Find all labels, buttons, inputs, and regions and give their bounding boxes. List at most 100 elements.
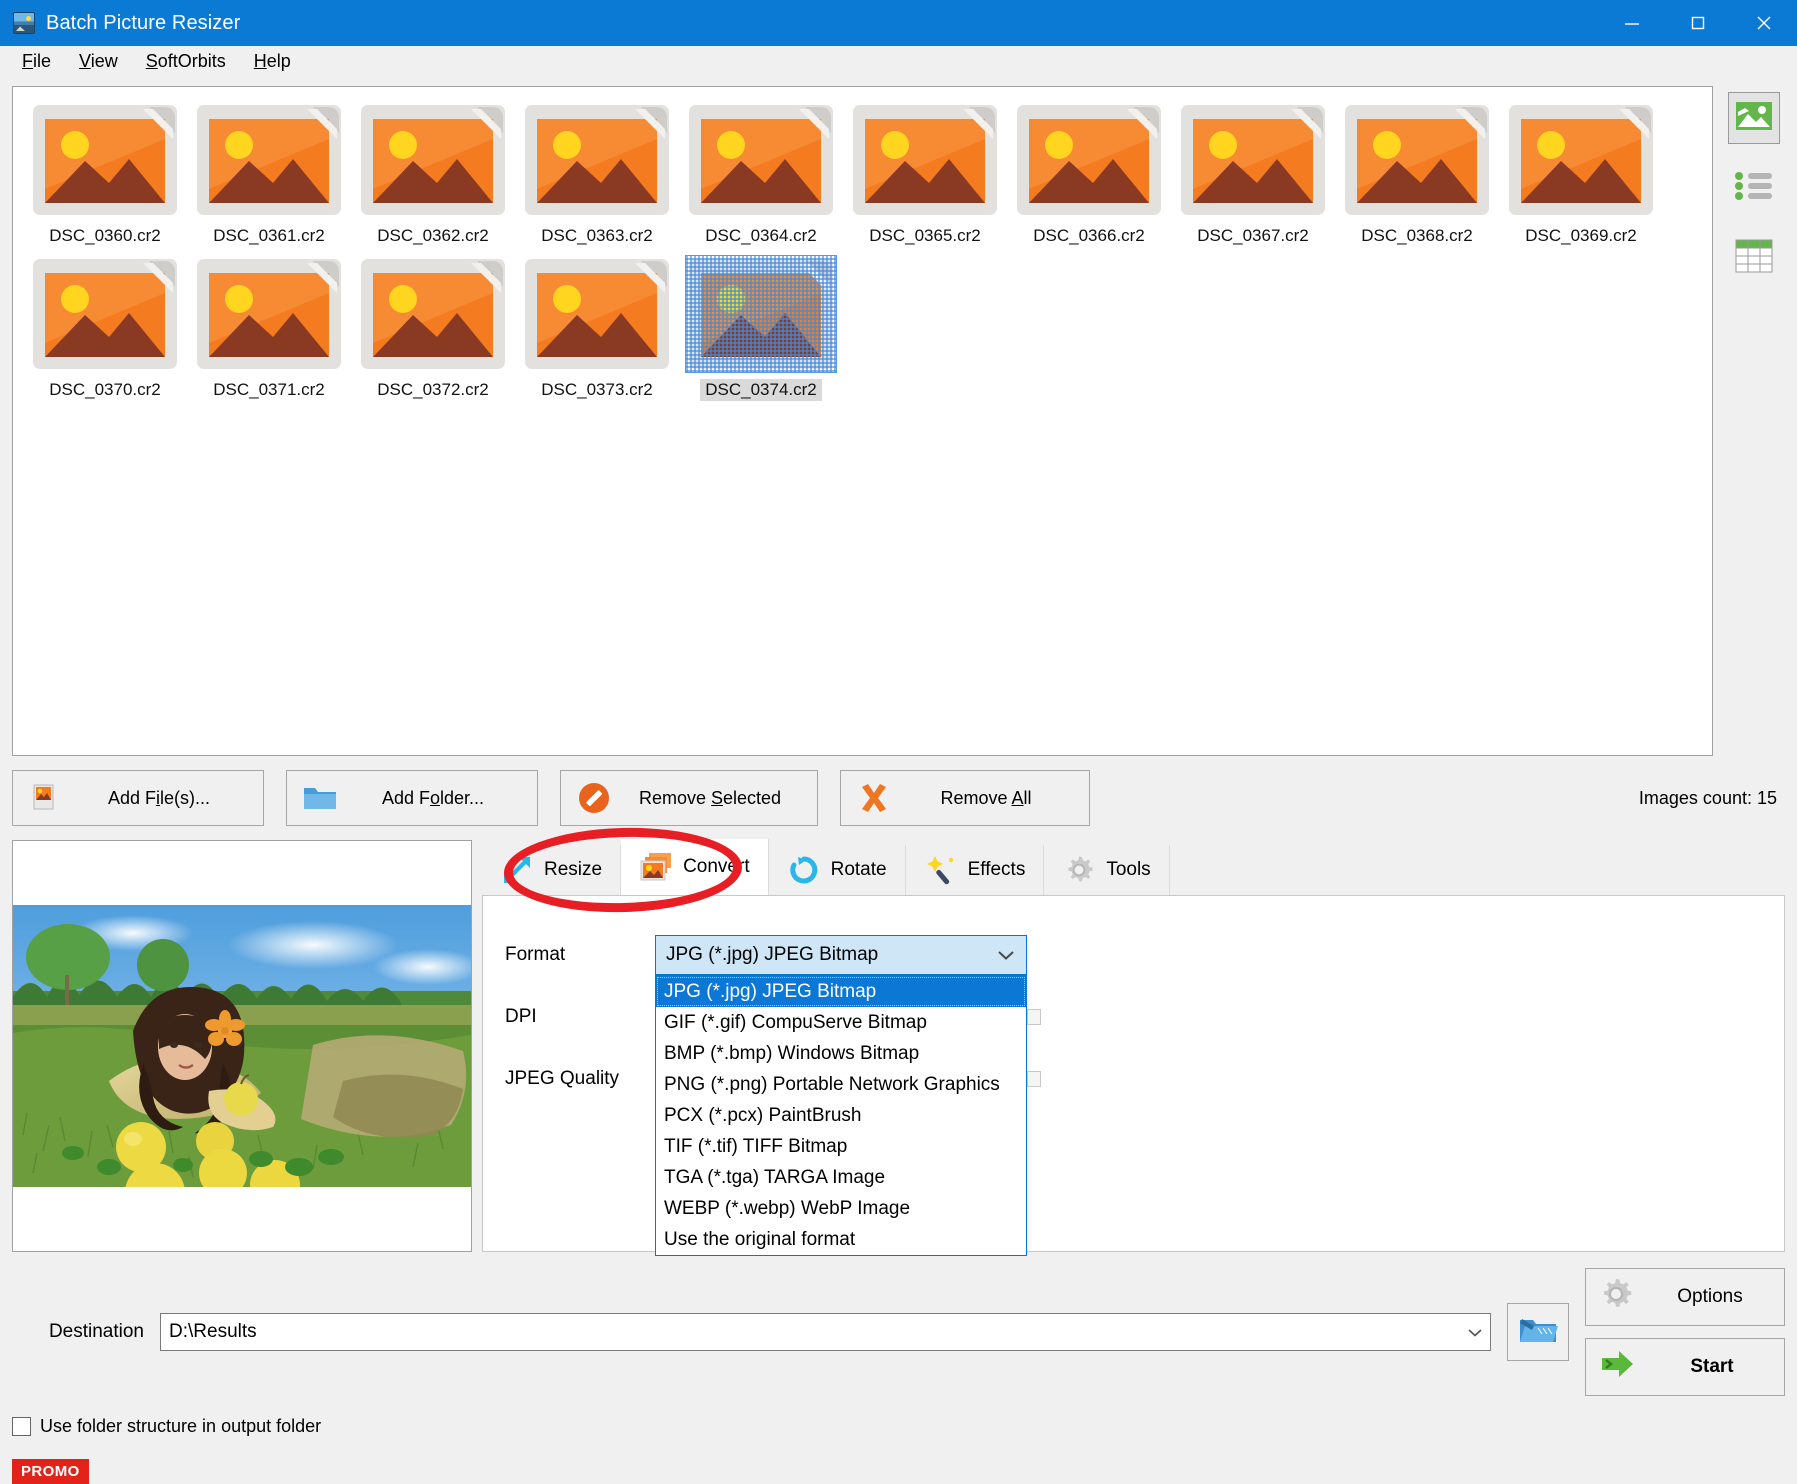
add-folder-button[interactable]: Add Folder... <box>286 770 538 826</box>
open-folder-icon <box>1518 1314 1558 1351</box>
format-option[interactable]: Use the original format <box>656 1224 1026 1255</box>
options-label: Options <box>1648 1286 1772 1308</box>
thumbnail-item[interactable]: DSC_0371.cr2 <box>187 255 351 401</box>
menu-item-view[interactable]: View <box>67 48 130 75</box>
thumbnail-image <box>849 101 1001 219</box>
thumbnail-item[interactable]: DSC_0365.cr2 <box>843 101 1007 247</box>
resize-arrows-icon <box>500 853 534 887</box>
thumbnail-item[interactable]: DSC_0362.cr2 <box>351 101 515 247</box>
minimize-button[interactable] <box>1599 0 1665 46</box>
promo-badge[interactable]: PROMO <box>12 1459 89 1484</box>
action-buttons: Options Start <box>1585 1268 1785 1396</box>
thumbnail-image <box>521 101 673 219</box>
dpi-spinner[interactable] <box>1027 1009 1041 1025</box>
format-label: Format <box>505 944 655 966</box>
add-folder-label: Add Folder... <box>351 788 523 809</box>
thumbnail-image <box>1177 101 1329 219</box>
file-area: DSC_0360.cr2DSC_0361.cr2 DSC_0362.cr2 DSC_… <box>12 86 1785 756</box>
thumbnail-label: DSC_0366.cr2 <box>1028 225 1150 247</box>
view-mode-list-button[interactable] <box>1728 162 1780 214</box>
thumbnail-label: DSC_0371.cr2 <box>208 379 330 401</box>
remove-all-button[interactable]: Remove All <box>840 770 1090 826</box>
menu-bar: FFileile View SoftOrbits Help <box>0 46 1797 76</box>
destination-input[interactable]: D:\Results <box>160 1313 1491 1351</box>
tab-convert[interactable]: Convert <box>621 839 769 895</box>
menu-item-help[interactable]: Help <box>242 48 303 75</box>
thumbnail-item[interactable]: DSC_0369.cr2 <box>1499 101 1663 247</box>
format-option[interactable]: TIF (*.tif) TIFF Bitmap <box>656 1131 1026 1162</box>
format-option[interactable]: GIF (*.gif) CompuServe Bitmap <box>656 1007 1026 1038</box>
tab-resize[interactable]: Resize <box>482 845 621 895</box>
thumbnail-label: DSC_0373.cr2 <box>536 379 658 401</box>
tab-label: Resize <box>544 859 602 881</box>
tab-tools[interactable]: Tools <box>1044 845 1169 895</box>
start-label: Start <box>1652 1356 1772 1378</box>
thumbnail-item[interactable]: DSC_0368.cr2 <box>1335 101 1499 247</box>
preview-image <box>13 905 471 1187</box>
thumbnail-label: DSC_0362.cr2 <box>372 225 494 247</box>
table-icon <box>1735 239 1773 278</box>
format-option[interactable]: PNG (*.png) Portable Network Graphics <box>656 1069 1026 1100</box>
jpeg-quality-label: JPEG Quality <box>505 1068 655 1090</box>
format-option[interactable]: TGA (*.tga) TARGA Image <box>656 1162 1026 1193</box>
format-option[interactable]: PCX (*.pcx) PaintBrush <box>656 1100 1026 1131</box>
jpeg-quality-spinner[interactable] <box>1027 1071 1041 1087</box>
destination-chevron-down-icon[interactable] <box>1460 1327 1490 1338</box>
thumbnail-image <box>1505 101 1657 219</box>
thumbnail-item[interactable]: DSC_0366.cr2 <box>1007 101 1171 247</box>
app-body: DSC_0360.cr2DSC_0361.cr2 DSC_0362.cr2 DSC_… <box>0 76 1797 1438</box>
options-button[interactable]: Options <box>1585 1268 1785 1326</box>
destination-row: Destination D:\Results <box>12 1268 1785 1396</box>
menu-item-softorbits[interactable]: SoftOrbits <box>134 48 238 75</box>
format-option[interactable]: WEBP (*.webp) WebP Image <box>656 1193 1026 1224</box>
window-title: Batch Picture Resizer <box>46 12 240 35</box>
format-option[interactable]: BMP (*.bmp) Windows Bitmap <box>656 1038 1026 1069</box>
thumbnail-item[interactable]: DSC_0360.cr2 <box>23 101 187 247</box>
file-actions-toolbar: Add File(s)... Add Folder... Remove Sele… <box>12 770 1785 826</box>
rotate-arrow-icon <box>787 853 821 887</box>
thumbnail-image <box>1341 101 1493 219</box>
no-entry-icon <box>575 779 613 817</box>
thumbnail-item[interactable]: DSC_0363.cr2 <box>515 101 679 247</box>
thumbnail-item[interactable]: DSC_0364.cr2 <box>679 101 843 247</box>
thumbnail-label: DSC_0372.cr2 <box>372 379 494 401</box>
thumbnail-label: DSC_0369.cr2 <box>1520 225 1642 247</box>
add-files-button[interactable]: Add File(s)... <box>12 770 264 826</box>
close-button[interactable] <box>1731 0 1797 46</box>
browse-folder-button[interactable] <box>1507 1303 1569 1361</box>
view-mode-details-button[interactable] <box>1728 232 1780 284</box>
file-list-panel[interactable]: DSC_0360.cr2DSC_0361.cr2 DSC_0362.cr2 DSC_… <box>12 86 1713 756</box>
thumbnail-item[interactable]: DSC_0361.cr2 <box>187 101 351 247</box>
thumbnail-label: DSC_0374.cr2 <box>700 379 822 401</box>
thumbnail-item[interactable]: DSC_0372.cr2 <box>351 255 515 401</box>
thumbnail-image <box>193 255 345 373</box>
start-arrow-icon <box>1598 1349 1638 1385</box>
use-folder-structure-checkbox[interactable] <box>12 1417 31 1436</box>
use-folder-structure-row[interactable]: Use folder structure in output folder <box>12 1416 1785 1437</box>
thumbnail-item[interactable]: DSC_0374.cr2 <box>679 255 843 401</box>
thumbnail-label: DSC_0363.cr2 <box>536 225 658 247</box>
thumbnail-item[interactable]: DSC_0367.cr2 <box>1171 101 1335 247</box>
view-mode-thumbnail-button[interactable] <box>1728 92 1780 144</box>
cross-icon <box>855 779 893 817</box>
format-select[interactable]: JPG (*.jpg) JPEG Bitmap <box>655 935 1027 975</box>
tab-effects[interactable]: Effects <box>906 845 1045 895</box>
thumbnail-image <box>685 101 837 219</box>
remove-selected-button[interactable]: Remove Selected <box>560 770 818 826</box>
image-icon <box>1735 101 1773 136</box>
format-option[interactable]: JPG (*.jpg) JPEG Bitmap <box>656 976 1026 1007</box>
tab-rotate[interactable]: Rotate <box>769 845 906 895</box>
thumbnail-image <box>357 255 509 373</box>
thumbnail-item[interactable]: DSC_0373.cr2 <box>515 255 679 401</box>
menu-item-file[interactable]: FFileile <box>10 48 63 75</box>
maximize-button[interactable] <box>1665 0 1731 46</box>
format-selected-value: JPG (*.jpg) JPEG Bitmap <box>666 944 992 966</box>
tab-label: Rotate <box>831 859 887 881</box>
tab-label: Tools <box>1106 859 1150 881</box>
thumbnail-image <box>193 101 345 219</box>
thumbnail-item[interactable]: DSC_0370.cr2 <box>23 255 187 401</box>
use-folder-structure-label: Use folder structure in output folder <box>40 1416 321 1437</box>
start-button[interactable]: Start <box>1585 1338 1785 1396</box>
format-dropdown-list[interactable]: JPG (*.jpg) JPEG BitmapGIF (*.gif) Compu… <box>655 975 1027 1256</box>
thumbnail-image <box>521 255 673 373</box>
